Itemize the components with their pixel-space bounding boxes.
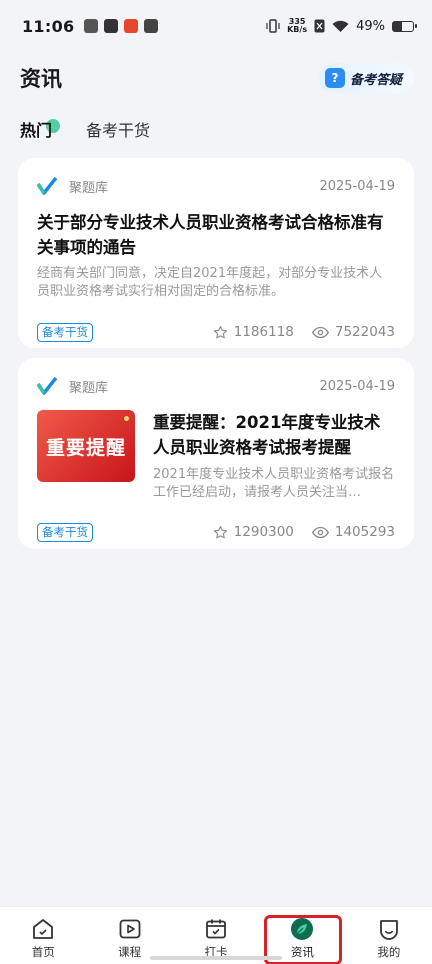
article-date: 2025-04-19 (319, 178, 395, 194)
tab-study-tips-label: 备考干货 (86, 121, 151, 140)
tab-hot[interactable]: 热门 (20, 117, 61, 141)
vibrate-icon (266, 19, 280, 33)
article-card[interactable]: 聚题库 2025-04-19 关于部分专业技术人员职业资格考试合格标准有关事项的… (18, 158, 414, 348)
battery-icon (392, 20, 417, 32)
header: 资讯 ? 备考答疑 (20, 60, 414, 96)
profile-icon (379, 920, 398, 940)
app-notification-icon (84, 19, 99, 33)
tab-study-tips[interactable]: 备考干货 (86, 117, 150, 141)
like-count: 1290300 (233, 524, 294, 540)
article-description: 2021年度专业技术人员职业资格考试报名工作已经启动，请报考人员关注当… (153, 467, 395, 500)
play-icon (119, 919, 141, 939)
message-notification-icon (144, 19, 159, 33)
wifi-icon (332, 20, 349, 32)
card-footer: 备考干货 1186118 7522043 (37, 321, 395, 343)
battery-percent: 49% (356, 18, 385, 34)
like-count: 1186118 (233, 324, 294, 340)
source-name: 聚题库 (69, 380, 109, 396)
thumbnail-text: 重要提醒 (45, 436, 126, 459)
qa-button-label: 备考答疑 (349, 72, 402, 88)
sim-icon (314, 19, 325, 33)
card-footer: 备考干货 1290300 1405293 (37, 521, 395, 543)
nav-courses-label: 课程 (118, 945, 142, 959)
notification-icons (84, 19, 159, 33)
article-thumbnail[interactable]: 重要提醒 (37, 410, 135, 482)
view-stat: 7522043 (311, 324, 395, 340)
thumbnail-dot (124, 416, 129, 421)
eye-icon (311, 326, 329, 338)
star-icon (213, 325, 227, 338)
status-right: 335 KB/s 49% (266, 18, 417, 34)
eye-icon (311, 526, 329, 538)
article-description: 经商有关部门同意，决定自2021年度起，对部分专业技术人员职业资格考试实行相对固… (37, 266, 383, 299)
page-title: 资讯 (20, 67, 62, 91)
view-count: 7522043 (334, 324, 395, 340)
article-title[interactable]: 重要提醒：2021年度专业技术人员职业资格考试报考提醒 (153, 410, 395, 460)
calendar-check-icon (206, 919, 226, 939)
home-indicator (150, 956, 282, 960)
question-chat-icon: ? (324, 68, 345, 88)
star-icon (213, 525, 227, 538)
card-header: 聚题库 2025-04-19 (37, 376, 395, 396)
nav-profile-label: 我的 (377, 945, 401, 959)
card-header: 聚题库 2025-04-19 (37, 176, 395, 196)
article-card[interactable]: 聚题库 2025-04-19 重要提醒 重要提醒：2021年度专业技术人员职业资… (18, 358, 414, 549)
source-logo-icon (37, 177, 57, 195)
category-tabs: 热门 备考干货 (20, 116, 150, 142)
source-logo-icon (37, 377, 57, 395)
net-speed: 335 KB/s (287, 18, 307, 34)
status-time: 11:06 (22, 16, 75, 36)
nav-home-label: 首页 (31, 945, 55, 959)
article-body: 重要提醒 重要提醒：2021年度专业技术人员职业资格考试报考提醒 2021年度专… (37, 410, 395, 502)
nav-home[interactable]: 首页 (0, 907, 86, 964)
article-stats: 1290300 1405293 (213, 524, 395, 540)
article-date: 2025-04-19 (319, 378, 395, 394)
home-icon (33, 919, 54, 939)
like-stat[interactable]: 1290300 (213, 524, 294, 540)
source-name: 聚题库 (69, 180, 109, 196)
tab-hot-label: 热门 (20, 121, 53, 140)
play-notification-icon (104, 19, 119, 33)
article-stats: 1186118 7522043 (213, 324, 395, 340)
like-stat[interactable]: 1186118 (213, 324, 294, 340)
article-tag[interactable]: 备考干货 (37, 522, 93, 542)
view-count: 1405293 (334, 524, 395, 540)
nav-profile[interactable]: 我的 (346, 907, 432, 964)
app-red-notification-icon (124, 19, 139, 33)
qa-button[interactable]: ? 备考答疑 (318, 63, 414, 93)
net-speed-unit: KB/s (287, 25, 308, 34)
status-bar: 11:06 335 KB/s 49% (0, 0, 432, 52)
article-title[interactable]: 关于部分专业技术人员职业资格考试合格标准有关事项的通告 (37, 210, 395, 260)
article-tag[interactable]: 备考干货 (37, 322, 93, 342)
view-stat: 1405293 (311, 524, 395, 540)
